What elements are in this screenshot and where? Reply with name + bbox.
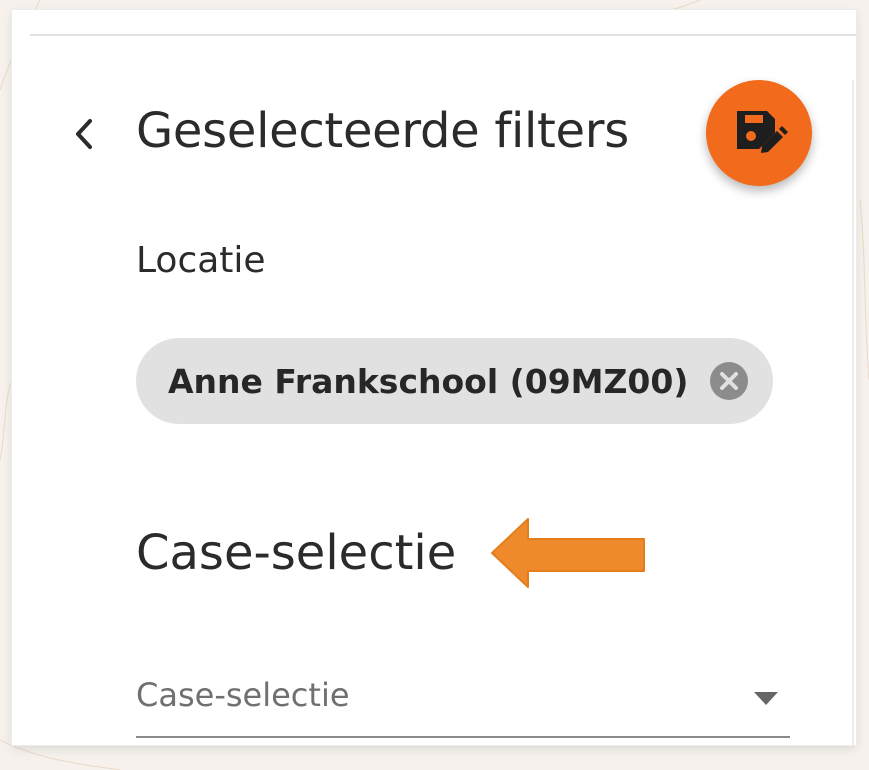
select-underline — [136, 736, 790, 738]
arrow-left-icon — [491, 518, 645, 588]
caret-down-icon — [754, 692, 778, 705]
filters-panel: Geselecteerde filters Locatie Anne Frank… — [12, 10, 856, 745]
save-filters-button[interactable] — [706, 80, 812, 186]
back-button[interactable] — [62, 106, 106, 162]
save-edit-icon — [737, 111, 788, 153]
close-circle-icon[interactable] — [709, 361, 749, 401]
case-selection-select[interactable]: Case-selectie — [136, 672, 790, 738]
panel-scrollbar-track — [852, 80, 854, 745]
case-selection-placeholder: Case-selectie — [136, 676, 350, 714]
panel-top-divider — [30, 34, 856, 36]
location-filter-chip[interactable]: Anne Frankschool (09MZ00) — [136, 338, 773, 424]
location-chip-label: Anne Frankschool (09MZ00) — [168, 361, 689, 401]
chevron-left-icon — [76, 119, 92, 149]
page-title: Geselecteerde filters — [136, 103, 629, 159]
location-section-label: Locatie — [136, 240, 266, 281]
case-selection-heading: Case-selectie — [136, 525, 457, 581]
